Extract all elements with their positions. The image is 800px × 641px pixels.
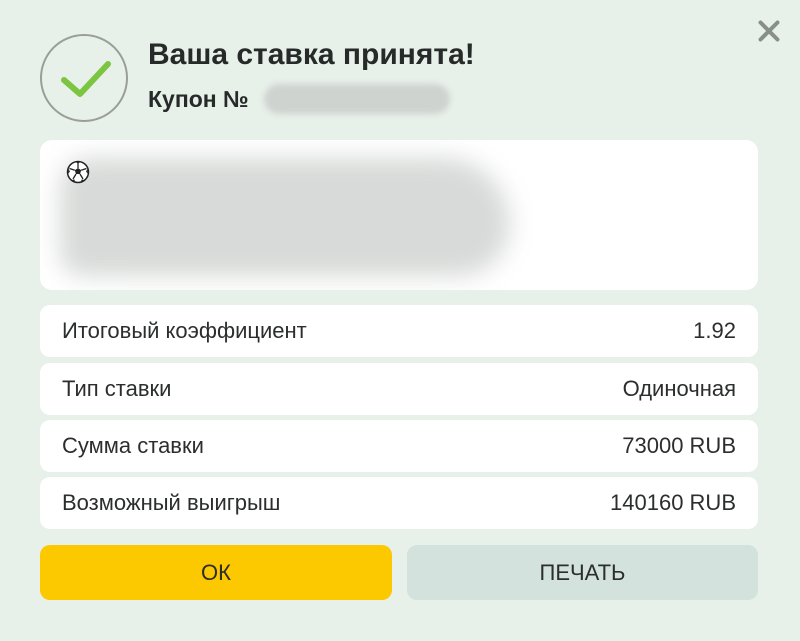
detail-label: Итоговый коэффициент (62, 318, 307, 343)
detail-label: Возможный выигрыш (62, 490, 281, 515)
success-badge (40, 34, 128, 122)
print-button[interactable]: ПЕЧАТЬ (407, 545, 758, 600)
close-icon[interactable] (752, 14, 786, 48)
detail-value: Одиночная (622, 376, 736, 401)
detail-label: Сумма ставки (62, 433, 204, 458)
event-details-redacted (60, 158, 510, 276)
check-icon (61, 61, 111, 97)
bet-confirmation-dialog: Ваша ставка принята! Купон № Итоговый ко… (0, 0, 800, 641)
detail-value: 1.92 (693, 318, 736, 343)
detail-value: 140160 RUB (610, 490, 736, 515)
soccer-ball-icon (66, 160, 90, 184)
coupon-label: Купон № (148, 86, 249, 112)
dialog-title: Ваша ставка принята! (148, 38, 475, 71)
detail-value: 73000 RUB (622, 433, 736, 458)
detail-row-stake: Сумма ставки 73000 RUB (40, 420, 758, 472)
detail-row-odds: Итоговый коэффициент 1.92 (40, 305, 758, 357)
detail-row-potential-win: Возможный выигрыш 140160 RUB (40, 477, 758, 529)
detail-label: Тип ставки (62, 376, 172, 401)
ok-button[interactable]: ОК (40, 545, 392, 600)
coupon-number-redacted (264, 84, 450, 114)
detail-row-bet-type: Тип ставки Одиночная (40, 363, 758, 415)
event-card (40, 140, 758, 290)
